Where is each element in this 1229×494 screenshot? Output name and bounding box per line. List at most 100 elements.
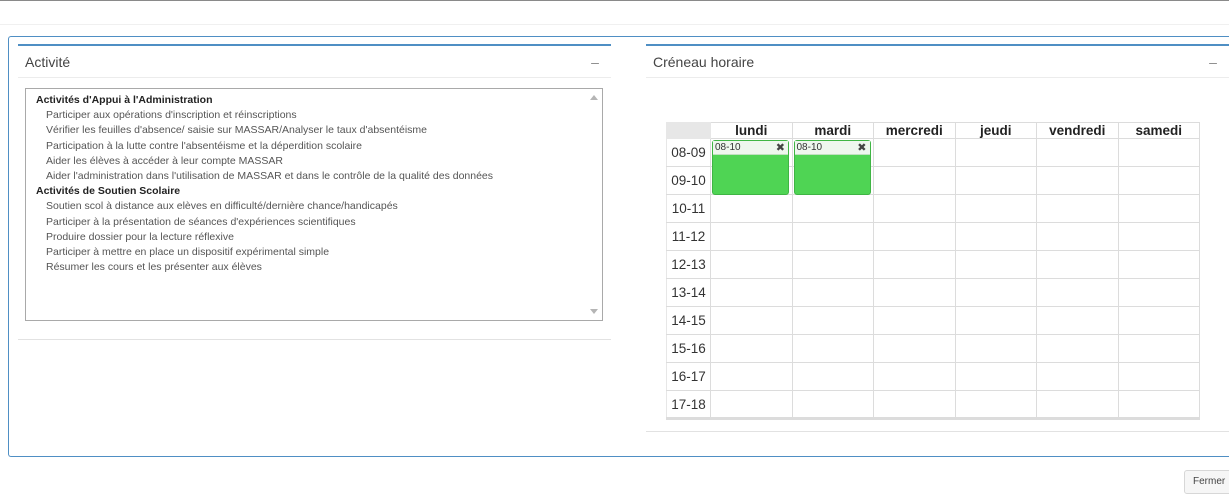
slot-cell[interactable]: [710, 222, 793, 251]
slot-cell[interactable]: [873, 166, 956, 195]
close-x-icon[interactable]: ✖: [857, 142, 866, 153]
slot-cell[interactable]: [710, 390, 793, 420]
activite-option[interactable]: Aider l'administration dans l'utilisatio…: [36, 169, 602, 184]
slot-time-label: 08-10: [796, 142, 823, 153]
slot-cell[interactable]: [1117, 362, 1200, 391]
slot-cell[interactable]: [710, 278, 793, 307]
day-header-mardi: mardi: [791, 122, 874, 139]
slot-cell[interactable]: [1117, 222, 1200, 251]
hour-label: 15-16: [666, 334, 711, 363]
optgroup-label: Activités de Soutien Scolaire: [36, 185, 181, 198]
slot-cell[interactable]: 08-10 ✖: [710, 138, 793, 195]
timetable-row: 16-17: [666, 362, 1200, 391]
day-header-jeudi: jeudi: [954, 122, 1037, 139]
activite-options: Activités d'Appui à l'Administration Part…: [36, 93, 602, 275]
slot-cell[interactable]: [791, 222, 874, 251]
scroll-down-arrow-icon[interactable]: [590, 309, 598, 314]
optgroup-label: Activités d'Appui à l'Administration: [36, 94, 213, 106]
slot-cell[interactable]: [1036, 362, 1119, 391]
scroll-up-arrow-icon[interactable]: [590, 95, 598, 100]
slot-cell[interactable]: [954, 334, 1037, 363]
slot-cell[interactable]: [1036, 278, 1119, 307]
slot-cell[interactable]: [873, 390, 956, 420]
hour-label: 10-11: [666, 194, 711, 223]
slot-cell[interactable]: [954, 138, 1037, 167]
slot-cell[interactable]: [1117, 306, 1200, 335]
day-header-lundi: lundi: [710, 122, 793, 139]
slot-cell[interactable]: [791, 390, 874, 420]
slot-cell[interactable]: [791, 362, 874, 391]
activite-option[interactable]: Participer aux opérations d'inscription …: [36, 108, 602, 123]
slot-cell[interactable]: [954, 362, 1037, 391]
hour-label: 12-13: [666, 250, 711, 279]
scheduled-slot-mardi[interactable]: 08-10 ✖: [793, 140, 871, 195]
activite-option[interactable]: Participer à la présentation de séances …: [36, 215, 602, 230]
slot-cell[interactable]: [1117, 194, 1200, 223]
slot-cell[interactable]: [1036, 390, 1119, 420]
hour-label: 17-18: [666, 390, 711, 420]
slot-cell[interactable]: [873, 306, 956, 335]
slot-cell[interactable]: [873, 194, 956, 223]
slot-cell[interactable]: [1117, 390, 1200, 420]
minus-icon[interactable]: –: [587, 55, 603, 69]
slot-cell[interactable]: [791, 306, 874, 335]
activite-option[interactable]: Résumer les cours et les présenter aux é…: [36, 260, 602, 275]
slot-cell[interactable]: [954, 278, 1037, 307]
slot-cell[interactable]: [1036, 138, 1119, 167]
slot-cell[interactable]: [710, 194, 793, 223]
slot-cell[interactable]: [1036, 306, 1119, 335]
activite-option[interactable]: Produire dossier pour la lecture réflexi…: [36, 230, 602, 245]
slot-cell[interactable]: [791, 194, 874, 223]
slot-cell[interactable]: [954, 222, 1037, 251]
slot-cell[interactable]: [1036, 194, 1119, 223]
slot-cell[interactable]: [873, 222, 956, 251]
timetable-corner: [666, 122, 711, 139]
slot-cell[interactable]: [873, 138, 956, 167]
slot-cell[interactable]: [873, 334, 956, 363]
day-header-mercredi: mercredi: [873, 122, 956, 139]
timetable-row: 17-18: [666, 390, 1200, 420]
slot-cell[interactable]: [791, 334, 874, 363]
scheduled-slot-lundi[interactable]: 08-10 ✖: [712, 140, 789, 195]
slot-cell[interactable]: [710, 362, 793, 391]
slot-cell[interactable]: [954, 166, 1037, 195]
slot-cell[interactable]: [1117, 250, 1200, 279]
slot-cell[interactable]: [954, 250, 1037, 279]
slot-cell[interactable]: [710, 334, 793, 363]
timetable-header-row: lundi mardi mercredi jeudi vendredi samedi: [666, 122, 1200, 139]
activite-option[interactable]: Aider les élèves à accéder à leur compte…: [36, 154, 602, 169]
activite-listbox[interactable]: Activités d'Appui à l'Administration Part…: [25, 88, 603, 321]
slot-cell[interactable]: [954, 194, 1037, 223]
slot-cell[interactable]: [1117, 166, 1200, 195]
slot-cell[interactable]: [791, 250, 874, 279]
activite-option[interactable]: Soutien scol à distance aux elèves en di…: [36, 199, 602, 214]
slot-cell[interactable]: [1117, 138, 1200, 167]
close-button[interactable]: Fermer: [1184, 470, 1229, 494]
slot-cell[interactable]: [1117, 278, 1200, 307]
slot-cell[interactable]: [1036, 166, 1119, 195]
hour-label: 14-15: [666, 306, 711, 335]
listbox-scrollbar[interactable]: [585, 89, 602, 320]
slot-cell[interactable]: [791, 278, 874, 307]
slot-cell[interactable]: [710, 250, 793, 279]
slot-cell[interactable]: [954, 390, 1037, 420]
slot-time-label: 08-10: [715, 142, 741, 153]
activite-option[interactable]: Participer à mettre en place un disposit…: [36, 245, 602, 260]
activite-option[interactable]: Participation à la lutte contre l'absent…: [36, 139, 602, 154]
close-x-icon[interactable]: ✖: [776, 142, 785, 153]
slot-cell[interactable]: [873, 278, 956, 307]
creneau-panel-title: Créneau horaire: [653, 53, 755, 70]
panel-divider: [18, 339, 611, 340]
minus-icon[interactable]: –: [1205, 55, 1221, 69]
slot-cell[interactable]: [873, 250, 956, 279]
slot-cell[interactable]: 08-10 ✖: [791, 138, 874, 195]
slot-cell[interactable]: [873, 362, 956, 391]
slot-cell[interactable]: [1036, 250, 1119, 279]
slot-cell[interactable]: [1117, 334, 1200, 363]
slot-cell[interactable]: [1036, 334, 1119, 363]
timetable-row: 08-09 08-10 ✖ 08-10 ✖: [666, 138, 1200, 195]
slot-cell[interactable]: [1036, 222, 1119, 251]
slot-cell[interactable]: [710, 306, 793, 335]
activite-option[interactable]: Vérifier les feuilles d'absence/ saisie …: [36, 123, 602, 138]
slot-cell[interactable]: [954, 306, 1037, 335]
